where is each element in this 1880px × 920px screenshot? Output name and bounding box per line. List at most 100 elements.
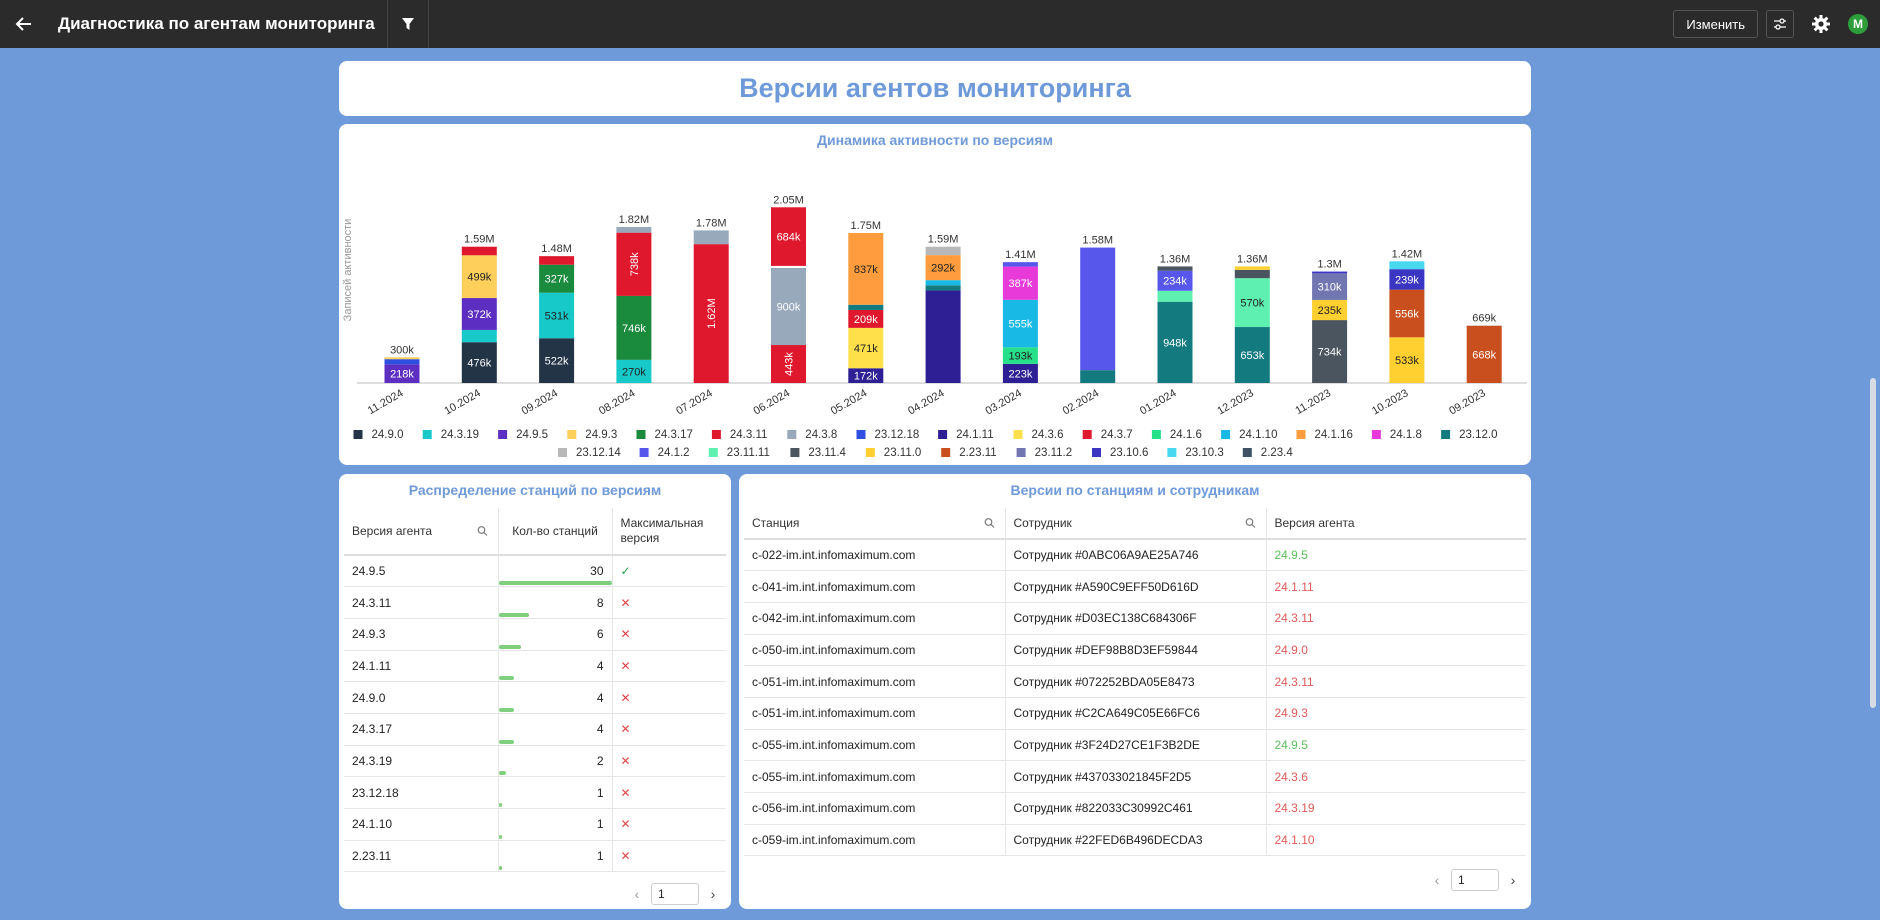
y-axis-label: Записей активности — [342, 219, 354, 322]
cross-icon: ✕ — [620, 595, 631, 610]
legend-item-label: 23.11.4 — [808, 447, 846, 459]
bar-total-label: 1.36M — [1237, 253, 1268, 265]
table-row[interactable]: c-056-im.int.infomaximum.com Сотрудник #8… — [744, 792, 1526, 825]
table-row[interactable]: c-055-im.int.infomaximum.com Сотрудник #4… — [744, 760, 1526, 793]
bar-segment — [1157, 266, 1193, 271]
legend-swatch — [1221, 430, 1231, 439]
divider — [427, 0, 429, 48]
count-cell: 1 — [498, 776, 613, 809]
cross-icon: ✕ — [620, 627, 631, 642]
table-row[interactable]: 24.1.11 4 ✕ — [344, 650, 726, 683]
table-row[interactable]: c-051-im.int.infomaximum.com Сотрудник #C… — [744, 697, 1526, 730]
count-bar — [498, 676, 514, 681]
top-bar: Диагностика по агентам мониторинга Измен… — [0, 0, 1880, 48]
table-row[interactable]: 24.3.11 8 ✕ — [344, 586, 726, 619]
back-button[interactable] — [0, 0, 48, 48]
column-header-agent-version[interactable]: Версия агента — [1266, 508, 1526, 540]
agent-version-cell: 24.3.11 — [1266, 665, 1526, 698]
legend-item-label: 23.10.3 — [1185, 447, 1223, 459]
x-tick-label: 09.2023 — [1447, 387, 1487, 417]
legend-item-label: 24.3.11 — [730, 429, 768, 441]
bar-segment — [1080, 247, 1116, 371]
legend-item-label: 23.12.14 — [576, 447, 621, 459]
bar-total-label: 2.05M — [773, 194, 804, 206]
prev-page-button[interactable]: ‹ — [629, 884, 645, 904]
data-label: 746k — [622, 323, 646, 335]
column-header-version[interactable]: Версия агента — [344, 508, 499, 556]
data-label: 948k — [1163, 337, 1187, 349]
data-label: 668k — [1472, 349, 1496, 361]
data-label: 555k — [1008, 319, 1032, 331]
cross-icon: ✕ — [620, 753, 631, 768]
legend-swatch — [856, 430, 866, 439]
table-row[interactable]: 24.9.3 6 ✕ — [344, 618, 726, 651]
agent-version-cell: 24.3.11 — [1266, 602, 1526, 635]
bar-total-label: 1.82M — [619, 214, 650, 226]
avatar[interactable]: M — [1848, 14, 1868, 34]
data-label: 684k — [777, 232, 801, 244]
data-label: 327k — [545, 274, 569, 286]
table-row[interactable]: 23.12.18 1 ✕ — [344, 776, 726, 809]
cross-icon: ✕ — [620, 690, 631, 705]
user-cell: Сотрудник #A590C9EFF50D616D — [1005, 570, 1267, 603]
legend-item-label: 23.12.18 — [875, 429, 920, 441]
table-row[interactable]: c-055-im.int.infomaximum.com Сотрудник #3… — [744, 729, 1526, 762]
stations-users-table: Станция Сотрудник Версия агента c-022-im… — [744, 508, 1526, 857]
table-row[interactable]: c-050-im.int.infomaximum.com Сотрудник #D… — [744, 634, 1526, 667]
column-header-station[interactable]: Станция — [744, 508, 1006, 540]
count-cell: 4 — [498, 713, 613, 746]
data-label: 372k — [467, 309, 491, 321]
column-header-user[interactable]: Сотрудник — [1005, 508, 1267, 540]
search-icon[interactable] — [1245, 518, 1256, 529]
page-input[interactable]: 1 — [1451, 869, 1499, 891]
x-tick-label: 11.2024 — [366, 387, 406, 417]
page-input[interactable]: 1 — [651, 883, 699, 905]
table-row[interactable]: 24.1.10 1 ✕ — [344, 808, 726, 841]
prev-page-button[interactable]: ‹ — [1429, 870, 1445, 890]
count-bar — [498, 771, 507, 776]
cross-icon: ✕ — [620, 785, 631, 800]
search-icon[interactable] — [984, 518, 995, 529]
max-version-cell: ✕ — [612, 681, 726, 714]
check-icon: ✓ — [620, 564, 631, 579]
table-row[interactable]: 24.9.5 30 ✓ — [344, 555, 726, 588]
next-page-button[interactable]: › — [1505, 870, 1521, 890]
column-header-max-version[interactable]: Максимальная версия — [612, 508, 726, 556]
stations-users-card: Версии по станциям и сотрудникам Станция… — [739, 474, 1531, 909]
legend-swatch — [422, 430, 432, 439]
x-tick-label: 05.2024 — [829, 387, 869, 417]
version-cell: 24.1.10 — [344, 808, 499, 841]
count-bar — [498, 834, 503, 839]
next-page-button[interactable]: › — [705, 884, 721, 904]
table-row[interactable]: c-042-im.int.infomaximum.com Сотрудник #D… — [744, 602, 1526, 635]
bar-segment — [925, 290, 961, 383]
bar-total-label: 1.75M — [851, 220, 882, 232]
data-label: 239k — [1395, 274, 1419, 286]
bar-total-label: 1.42M — [1392, 248, 1423, 260]
user-cell: Сотрудник #3F24D27CE1F3B2DE — [1005, 729, 1267, 762]
table-row[interactable]: 24.9.0 4 ✕ — [344, 681, 726, 714]
filter-button[interactable] — [388, 0, 428, 48]
legend-swatch — [1441, 430, 1451, 439]
table-row[interactable]: c-022-im.int.infomaximum.com Сотрудник #0… — [744, 539, 1526, 572]
page-scrollbar[interactable] — [1870, 378, 1876, 708]
search-icon[interactable] — [477, 526, 488, 537]
table-row[interactable]: 24.3.19 2 ✕ — [344, 745, 726, 778]
bar-total-label: 1.59M — [464, 234, 495, 246]
column-header-count[interactable]: Кол-во станций — [498, 508, 613, 556]
max-version-cell: ✓ — [612, 555, 726, 588]
max-version-cell: ✕ — [612, 586, 726, 619]
table-row[interactable]: c-041-im.int.infomaximum.com Сотрудник #A… — [744, 570, 1526, 603]
data-label: 900k — [777, 301, 801, 313]
table-row[interactable]: 2.23.11 1 ✕ — [344, 840, 726, 873]
legend-item-label: 24.9.0 — [372, 429, 404, 441]
data-label: 292k — [931, 263, 955, 275]
version-cell: 2.23.11 — [344, 840, 499, 873]
table-row[interactable]: c-051-im.int.infomaximum.com Сотрудник #0… — [744, 665, 1526, 698]
table-row[interactable]: 24.3.17 4 ✕ — [344, 713, 726, 746]
settings-sliders-button[interactable] — [1766, 10, 1794, 38]
legend-item-label: 23.11.0 — [884, 447, 922, 459]
edit-button[interactable]: Изменить — [1673, 10, 1758, 38]
table-row[interactable]: c-059-im.int.infomaximum.com Сотрудник #2… — [744, 824, 1526, 857]
gear-button[interactable] — [1808, 11, 1834, 37]
